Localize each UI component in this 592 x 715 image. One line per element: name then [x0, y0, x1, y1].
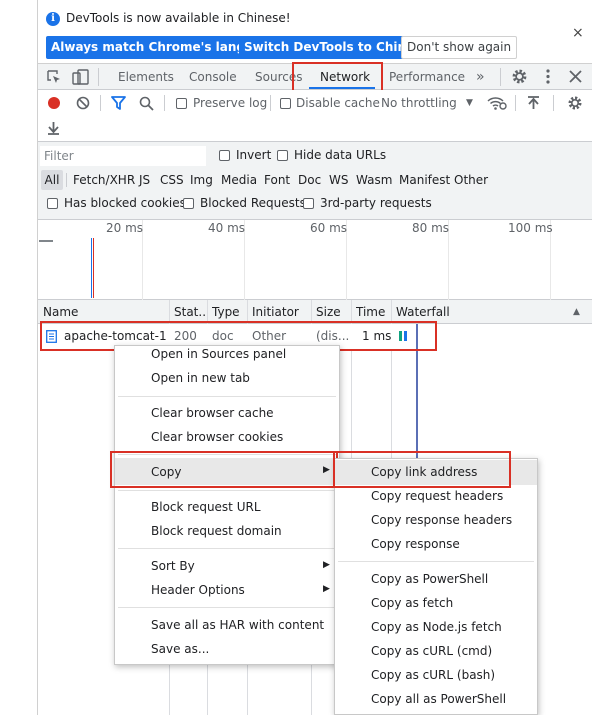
- divider: [66, 173, 67, 187]
- menu-item-save-har[interactable]: Save all as HAR with content: [151, 618, 324, 632]
- has-blocked-cookies-checkbox[interactable]: [47, 198, 58, 209]
- type-filter-wasm[interactable]: Wasm: [356, 173, 392, 187]
- page-content-strip: [0, 0, 38, 715]
- type-filter-ws[interactable]: WS: [329, 173, 348, 187]
- hide-data-urls-label: Hide data URLs: [294, 148, 387, 162]
- invert-label: Invert: [236, 148, 272, 162]
- filter-input[interactable]: Filter: [40, 146, 206, 166]
- settings-gear-icon[interactable]: [511, 68, 528, 85]
- type-filter-js[interactable]: JS: [139, 173, 150, 187]
- menu-separator: [118, 607, 336, 608]
- submenu-arrow-icon: ▶: [323, 584, 330, 594]
- disable-cache-label: Disable cache: [296, 96, 380, 110]
- type-filter-media[interactable]: Media: [221, 173, 257, 187]
- record-icon[interactable]: [48, 97, 60, 109]
- type-filter-font[interactable]: Font: [264, 173, 290, 187]
- infobar-message: DevTools is now available in Chinese!: [66, 11, 291, 25]
- menu-item-copy-fetch[interactable]: Copy as fetch: [371, 596, 453, 610]
- tab-elements[interactable]: Elements: [118, 64, 174, 90]
- menu-item-save-as[interactable]: Save as...: [151, 642, 209, 656]
- disable-cache-checkbox[interactable]: [280, 98, 291, 109]
- blocked-requests-checkbox[interactable]: [183, 198, 194, 209]
- menu-item-clear-cache[interactable]: Clear browser cache: [151, 406, 274, 420]
- divider: [270, 95, 271, 111]
- menu-item-clear-cookies[interactable]: Clear browser cookies: [151, 430, 283, 444]
- type-filter-css[interactable]: CSS: [160, 173, 184, 187]
- third-party-checkbox[interactable]: [303, 198, 314, 209]
- timeline-tick: 20 ms: [106, 221, 144, 235]
- blocked-requests-label: Blocked Requests: [200, 196, 306, 210]
- timeline-tick: 100 ms: [508, 221, 553, 235]
- menu-item-sort-by[interactable]: Sort By: [151, 559, 195, 573]
- load-event-line: [93, 238, 94, 298]
- dont-show-again-button[interactable]: Don't show again: [401, 36, 518, 59]
- menu-item-copy-all-powershell[interactable]: Copy all as PowerShell: [371, 692, 506, 706]
- preserve-log-checkbox[interactable]: [176, 98, 187, 109]
- dom-content-loaded-line: [91, 238, 92, 298]
- info-icon: i: [46, 12, 60, 26]
- type-filter-all[interactable]: All: [41, 170, 63, 190]
- menu-separator: [118, 490, 336, 491]
- type-filter-other[interactable]: Other: [454, 173, 488, 187]
- menu-item-copy-response-headers[interactable]: Copy response headers: [371, 513, 512, 527]
- copy-link-highlight: [333, 451, 511, 488]
- type-filter-manifest[interactable]: Manifest: [399, 173, 450, 187]
- clear-icon[interactable]: [76, 96, 90, 110]
- menu-item-copy-request-headers[interactable]: Copy request headers: [371, 489, 503, 503]
- timeline-tick: 40 ms: [208, 221, 246, 235]
- divider: [553, 95, 554, 111]
- close-icon[interactable]: ×: [572, 25, 584, 41]
- menu-item-copy-nodejs-fetch[interactable]: Copy as Node.js fetch: [371, 620, 502, 634]
- sort-ascending-icon[interactable]: ▲: [573, 307, 580, 317]
- menu-item-open-sources[interactable]: Open in Sources panel: [151, 347, 286, 361]
- menu-item-open-new-tab[interactable]: Open in new tab: [151, 371, 250, 385]
- close-devtools-icon[interactable]: [569, 70, 582, 83]
- menu-item-block-url[interactable]: Block request URL: [151, 500, 261, 514]
- filter-funnel-icon[interactable]: [111, 96, 126, 110]
- menu-item-header-options[interactable]: Header Options: [151, 583, 245, 597]
- network-conditions-icon[interactable]: [487, 95, 507, 111]
- inspect-element-icon[interactable]: [46, 69, 62, 85]
- chevron-down-icon[interactable]: ▼: [466, 98, 473, 108]
- search-icon[interactable]: [139, 96, 154, 111]
- copy-item-highlight: [110, 451, 338, 488]
- timeline-tick: 80 ms: [412, 221, 450, 235]
- type-filter-img[interactable]: Img: [190, 173, 213, 187]
- type-filter-doc[interactable]: Doc: [298, 173, 321, 187]
- divider: [98, 68, 99, 86]
- submenu-arrow-icon: ▶: [323, 560, 330, 570]
- throttling-select[interactable]: No throttling: [381, 96, 457, 110]
- type-filter-fetch-xhr[interactable]: Fetch/XHR: [73, 173, 135, 187]
- invert-checkbox[interactable]: [219, 150, 230, 161]
- menu-item-copy-powershell[interactable]: Copy as PowerShell: [371, 572, 488, 586]
- menu-separator: [118, 548, 336, 549]
- preserve-log-label: Preserve log: [193, 96, 268, 110]
- divider: [500, 68, 501, 86]
- menu-separator: [118, 396, 336, 397]
- import-har-icon[interactable]: [527, 96, 540, 110]
- timeline-marker: [39, 240, 53, 242]
- timeline-tick: 60 ms: [310, 221, 348, 235]
- divider: [100, 95, 101, 111]
- menu-separator: [338, 561, 534, 562]
- divider: [164, 95, 165, 111]
- menu-item-copy-curl-bash[interactable]: Copy as cURL (bash): [371, 668, 495, 682]
- menu-item-block-domain[interactable]: Block request domain: [151, 524, 282, 538]
- divider: [515, 95, 516, 111]
- network-settings-gear-icon[interactable]: [567, 95, 583, 111]
- export-har-icon[interactable]: [47, 121, 60, 135]
- third-party-label: 3rd-party requests: [320, 196, 432, 210]
- menu-item-copy-curl-cmd[interactable]: Copy as cURL (cmd): [371, 644, 492, 658]
- menu-item-copy-response[interactable]: Copy response: [371, 537, 460, 551]
- more-tabs-button[interactable]: »: [476, 64, 485, 90]
- has-blocked-cookies-label: Has blocked cookies: [64, 196, 186, 210]
- tab-performance[interactable]: Performance: [389, 64, 465, 90]
- hide-data-urls-checkbox[interactable]: [277, 150, 288, 161]
- device-toolbar-icon[interactable]: [72, 68, 90, 86]
- more-options-icon[interactable]: [544, 68, 552, 85]
- tab-console[interactable]: Console: [189, 64, 237, 90]
